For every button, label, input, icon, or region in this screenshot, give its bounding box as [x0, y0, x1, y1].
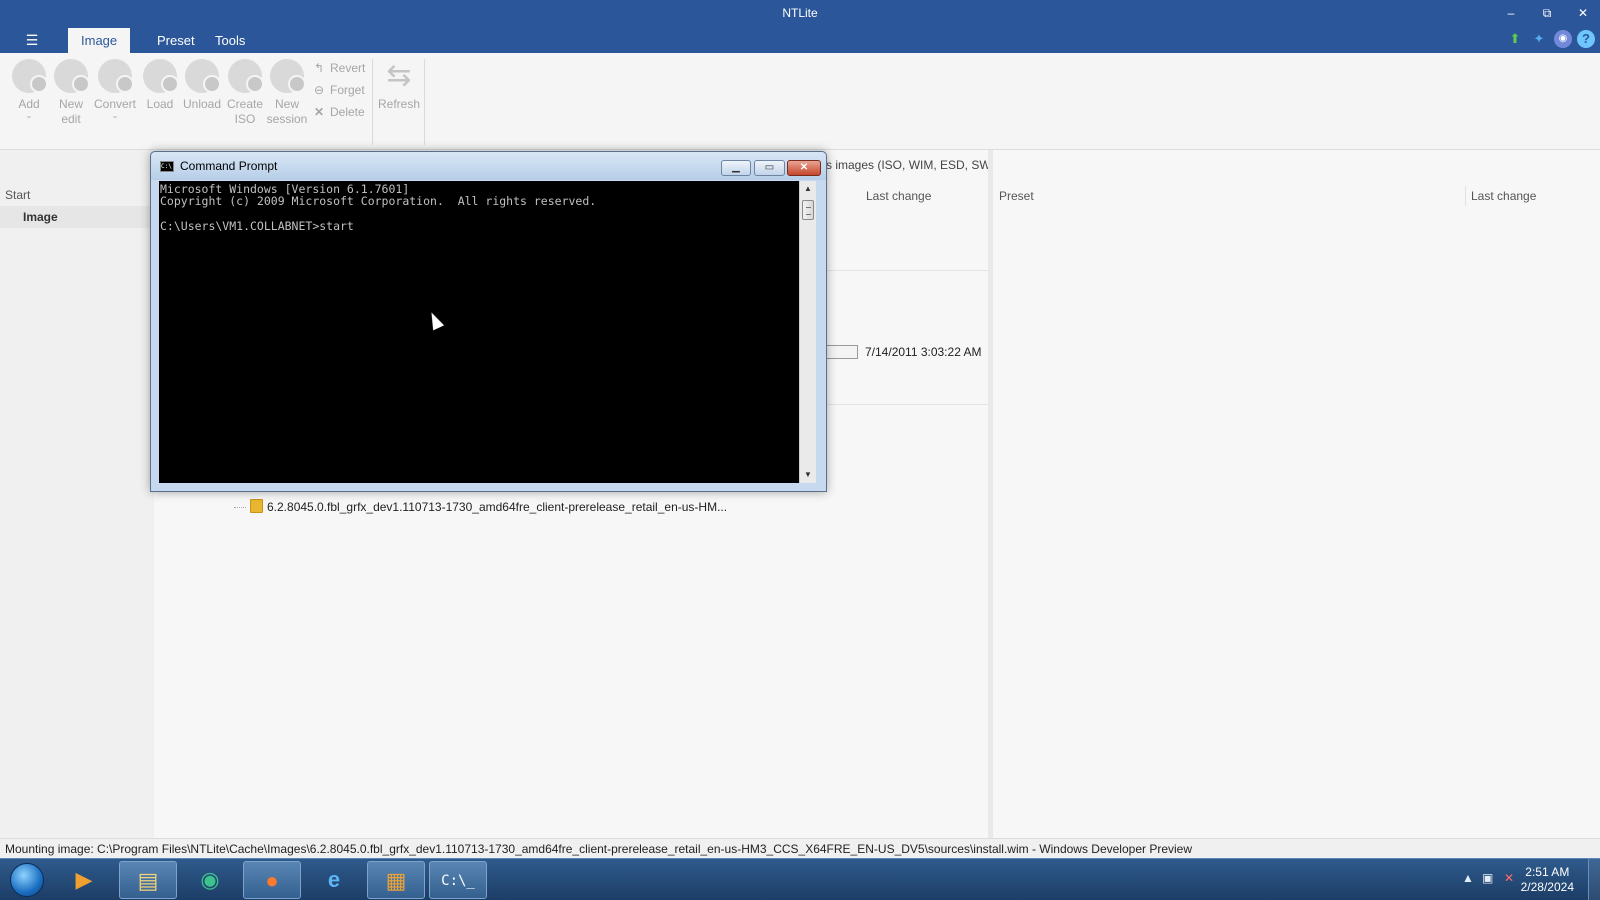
command-prompt-icon: C:\: [160, 161, 174, 172]
cmd-minimize-button[interactable]: ▁: [721, 160, 751, 176]
ribbon-tabs: ☰ Image Preset Tools ⬆ ✦ ◉ ?: [0, 26, 1600, 53]
console-scrollbar[interactable]: ▲ ▼: [799, 181, 816, 483]
forget-icon: ⊖: [313, 83, 325, 97]
new-edit-icon: [54, 59, 90, 93]
command-prompt-icon[interactable]: C:\_: [429, 861, 487, 899]
tab-tools[interactable]: Tools: [202, 28, 258, 53]
refresh-icon: ⇆: [386, 59, 412, 92]
tab-preset[interactable]: Preset: [144, 28, 208, 53]
create-iso-icon: [228, 59, 264, 93]
close-button[interactable]: ✕: [1568, 3, 1598, 23]
scroll-down-arrow-icon[interactable]: ▼: [800, 467, 816, 483]
forget-button[interactable]: ⊖ Forget: [312, 81, 365, 99]
column-header-preset-last-change[interactable]: Last change: [1471, 189, 1536, 203]
status-text: Mounting image: C:\Program Files\NTLite\…: [5, 842, 1193, 856]
update-arrow-icon[interactable]: ⬆: [1506, 30, 1524, 48]
restore-button[interactable]: ⧉: [1532, 3, 1562, 23]
start-button[interactable]: [6, 861, 46, 899]
row-divider: [826, 270, 988, 271]
column-divider: [1465, 186, 1466, 206]
ribbon-divider: [372, 59, 373, 145]
preset-pane: [993, 150, 1600, 838]
cmd-close-button[interactable]: ✕: [787, 160, 821, 176]
create-iso-button[interactable]: Create ISO: [226, 59, 264, 127]
new-session-icon: [270, 59, 306, 93]
help-icon[interactable]: ?: [1577, 30, 1595, 48]
convert-icon: [98, 59, 134, 93]
chevron-down-icon: ⌄: [111, 111, 119, 120]
ribbon-toolbar: Add ⌄ New edit Convert ⌄ Load Unload Cre…: [0, 53, 1600, 150]
app-icon[interactable]: ◉: [181, 861, 239, 899]
clock-date: 2/28/2024: [1520, 880, 1574, 894]
unload-button[interactable]: Unload: [182, 59, 222, 112]
progress-box: [826, 345, 858, 359]
minimize-button[interactable]: –: [1496, 3, 1526, 23]
new-edit-button[interactable]: New edit: [53, 59, 90, 127]
tab-image[interactable]: Image: [68, 28, 131, 53]
row-divider: [826, 404, 988, 405]
column-header-preset[interactable]: Preset: [999, 189, 1034, 203]
ribbon-divider: [424, 59, 425, 145]
chevron-down-icon: ⌄: [25, 111, 33, 120]
command-prompt-titlebar[interactable]: C:\ Command Prompt ▁ ▭ ✕: [151, 152, 826, 180]
nav-start[interactable]: Start: [5, 188, 30, 202]
clock-time: 2:51 AM: [1525, 865, 1570, 879]
media-player-icon[interactable]: ▶: [55, 861, 113, 899]
show-hidden-icons-icon[interactable]: ▲: [1462, 871, 1474, 885]
add-icon: [12, 59, 48, 93]
console-output[interactable]: Microsoft Windows [Version 6.1.7601] Cop…: [159, 181, 799, 483]
ntlite-icon[interactable]: ▦: [367, 861, 425, 899]
folder-icon: [250, 499, 263, 513]
status-bar: Mounting image: C:\Program Files\NTLite\…: [0, 838, 1600, 858]
scroll-thumb[interactable]: [802, 200, 814, 220]
discord-icon[interactable]: ◉: [1554, 30, 1572, 48]
refresh-button[interactable]: ⇆ Refresh: [376, 59, 422, 112]
add-button[interactable]: Add ⌄: [11, 59, 48, 120]
scroll-up-arrow-icon[interactable]: ▲: [800, 181, 816, 197]
convert-button[interactable]: Convert ⌄: [92, 59, 138, 120]
show-desktop-button[interactable]: [1588, 859, 1600, 900]
system-tray: ▲ ▣ ✕ 2:51 AM 2/28/2024: [1420, 859, 1600, 900]
volume-muted-icon[interactable]: ✕: [1504, 871, 1514, 885]
load-button[interactable]: Load: [142, 59, 179, 112]
hamburger-menu-icon[interactable]: ☰: [22, 30, 42, 50]
revert-icon: ↰: [313, 61, 325, 75]
command-prompt-window[interactable]: C:\ Command Prompt ▁ ▭ ✕ Microsoft Windo…: [150, 151, 827, 492]
network-icon[interactable]: ▣: [1482, 871, 1493, 885]
twitter-icon[interactable]: ✦: [1530, 30, 1548, 48]
firefox-icon[interactable]: ●: [243, 861, 301, 899]
load-icon: [143, 59, 179, 93]
left-navigation: Start Image: [0, 150, 154, 838]
title-bar: NTLite – ⧉ ✕: [0, 0, 1600, 26]
delete-icon: ✕: [313, 105, 325, 119]
column-header-last-change[interactable]: Last change: [866, 189, 931, 203]
image-tree-item-label: 6.2.8045.0.fbl_grfx_dev1.110713-1730_amd…: [267, 500, 728, 514]
command-prompt-title: Command Prompt: [180, 159, 278, 173]
window-title: NTLite: [782, 6, 818, 20]
new-session-button[interactable]: New session: [266, 59, 308, 127]
nav-image[interactable]: Image: [0, 206, 154, 228]
image-tree-item[interactable]: 6.2.8045.0.fbl_grfx_dev1.110713-1730_amd…: [234, 499, 727, 514]
taskbar: ▶ ▤ ◉ ● e ▦ C:\_ ▲ ▣ ✕ 2:51 AM 2/28/2024: [0, 858, 1600, 900]
windows-logo-icon: [10, 863, 44, 897]
explorer-icon[interactable]: ▤: [119, 861, 177, 899]
internet-explorer-icon[interactable]: e: [305, 861, 363, 899]
tree-connector: [234, 507, 246, 509]
cmd-maximize-button[interactable]: ▭: [754, 160, 785, 176]
unload-icon: [185, 59, 221, 93]
image-last-change-value: 7/14/2011 3:03:22 AM: [865, 345, 982, 359]
clock[interactable]: 2:51 AM 2/28/2024: [1521, 865, 1574, 895]
revert-button[interactable]: ↰ Revert: [312, 59, 365, 77]
delete-button[interactable]: ✕ Delete: [312, 103, 365, 121]
